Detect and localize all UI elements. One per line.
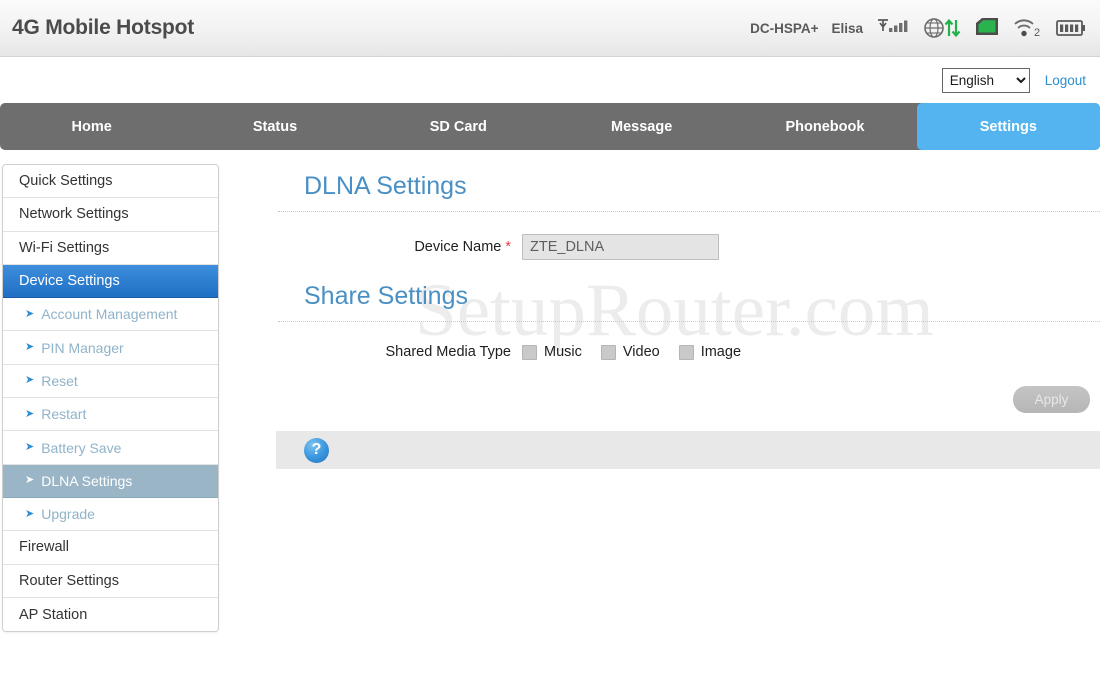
checkbox-video[interactable]: Video [600,344,660,360]
sidebar-item-label: Upgrade [41,506,95,523]
settings-sidebar: Quick Settings Network Settings Wi-Fi Se… [2,164,219,633]
device-name-row: Device Name * [276,234,1100,260]
apply-button[interactable]: Apply [1013,386,1090,413]
sidebar-item-reset[interactable]: ➤ Reset [3,364,218,399]
app-title: 4G Mobile Hotspot [12,16,195,39]
wifi-clients-icon: 2 [1013,17,1043,39]
globe-data-transfer-icon [923,16,961,40]
sidebar-item-account-management[interactable]: ➤ Account Management [3,298,218,332]
nav-tab-home[interactable]: Home [0,103,183,150]
checkbox-box-icon[interactable] [600,344,616,360]
sidebar-item-restart[interactable]: ➤ Restart [3,398,218,432]
checkbox-music[interactable]: Music [522,344,582,360]
nav-tab-phonebook[interactable]: Phonebook [733,103,916,150]
language-logout-bar: English Logout [0,57,1100,103]
sidebar-item-label: DLNA Settings [41,472,133,489]
network-type-label: DC-HSPA+ [750,20,819,36]
sidebar-item-dlna-settings[interactable]: ➤ DLNA Settings [3,464,218,498]
device-name-label: Device Name * [414,239,511,255]
sidebar-item-quick-settings[interactable]: Quick Settings [3,165,218,199]
dlna-settings-title: DLNA Settings [304,172,467,200]
sidebar-item-ap-station[interactable]: AP Station [3,597,218,632]
page-root: 4G Mobile Hotspot DC-HSPA+ Elisa 2 Engli… [0,0,1100,697]
sidebar-item-upgrade[interactable]: ➤ Upgrade [3,497,218,532]
checkbox-label: Music [544,344,582,360]
chevron-right-icon: ➤ [25,474,35,487]
required-marker: * [505,239,511,255]
shared-media-type-row: Shared Media Type Music Video Image [276,344,1100,360]
main-navigation: Home Status SD Card Message Phonebook Se… [0,103,1100,150]
sidebar-item-wifi-settings[interactable]: Wi-Fi Settings [3,231,218,265]
battery-icon [1056,18,1086,38]
checkbox-box-icon[interactable] [678,344,694,360]
sidebar-item-label: Reset [41,372,78,389]
section-divider [278,211,1100,212]
device-name-input[interactable] [522,234,719,260]
svg-text:2: 2 [1034,27,1040,39]
media-type-checkbox-group: Music Video Image [522,344,760,360]
carrier-name-label: Elisa [831,20,863,36]
signal-bars-icon [876,17,910,39]
shared-media-type-label: Shared Media Type [385,344,511,360]
sidebar-item-device-settings[interactable]: Device Settings [3,264,218,299]
nav-tab-message[interactable]: Message [550,103,733,150]
chevron-right-icon: ➤ [25,407,35,420]
nav-tab-status[interactable]: Status [183,103,366,150]
sidebar-item-router-settings[interactable]: Router Settings [3,564,218,598]
sidebar-item-network-settings[interactable]: Network Settings [3,198,218,232]
top-header-bar: 4G Mobile Hotspot DC-HSPA+ Elisa 2 [0,0,1100,57]
section-divider [278,321,1100,322]
nav-tab-sd-card[interactable]: SD Card [367,103,550,150]
sidebar-item-label: Restart [41,406,87,423]
sd-card-icon [974,17,1000,39]
chevron-right-icon: ➤ [25,374,35,387]
help-question-icon[interactable]: ? [304,437,329,463]
status-indicator-area: DC-HSPA+ Elisa 2 [750,16,1086,40]
checkbox-box-icon[interactable] [522,344,537,360]
logout-link[interactable]: Logout [1045,73,1086,88]
chevron-right-icon: ➤ [25,441,35,454]
checkbox-label: Video [622,344,660,360]
checkbox-image[interactable]: Image [678,344,742,360]
checkbox-label: Image [700,344,742,360]
help-bar: ? [276,431,1100,469]
chevron-right-icon: ➤ [25,307,35,320]
sidebar-item-label: Account Management [41,306,178,323]
main-content: DLNA Settings Device Name* Share Setting… [276,164,1100,644]
nav-tab-settings[interactable]: Settings [916,103,1100,150]
sidebar-item-firewall[interactable]: Firewall [3,531,218,565]
language-select[interactable]: English [941,67,1030,93]
sidebar-item-label: PIN Manager [41,339,124,356]
share-settings-title: Share Settings [304,282,468,310]
sidebar-item-label: Battery Save [41,439,122,456]
apply-button-row: Apply [276,386,1100,413]
chevron-right-icon: ➤ [25,341,35,354]
sidebar-item-battery-save[interactable]: ➤ Battery Save [3,431,218,465]
sidebar-item-pin-manager[interactable]: ➤ PIN Manager [3,331,218,365]
chevron-right-icon: ➤ [25,507,35,520]
